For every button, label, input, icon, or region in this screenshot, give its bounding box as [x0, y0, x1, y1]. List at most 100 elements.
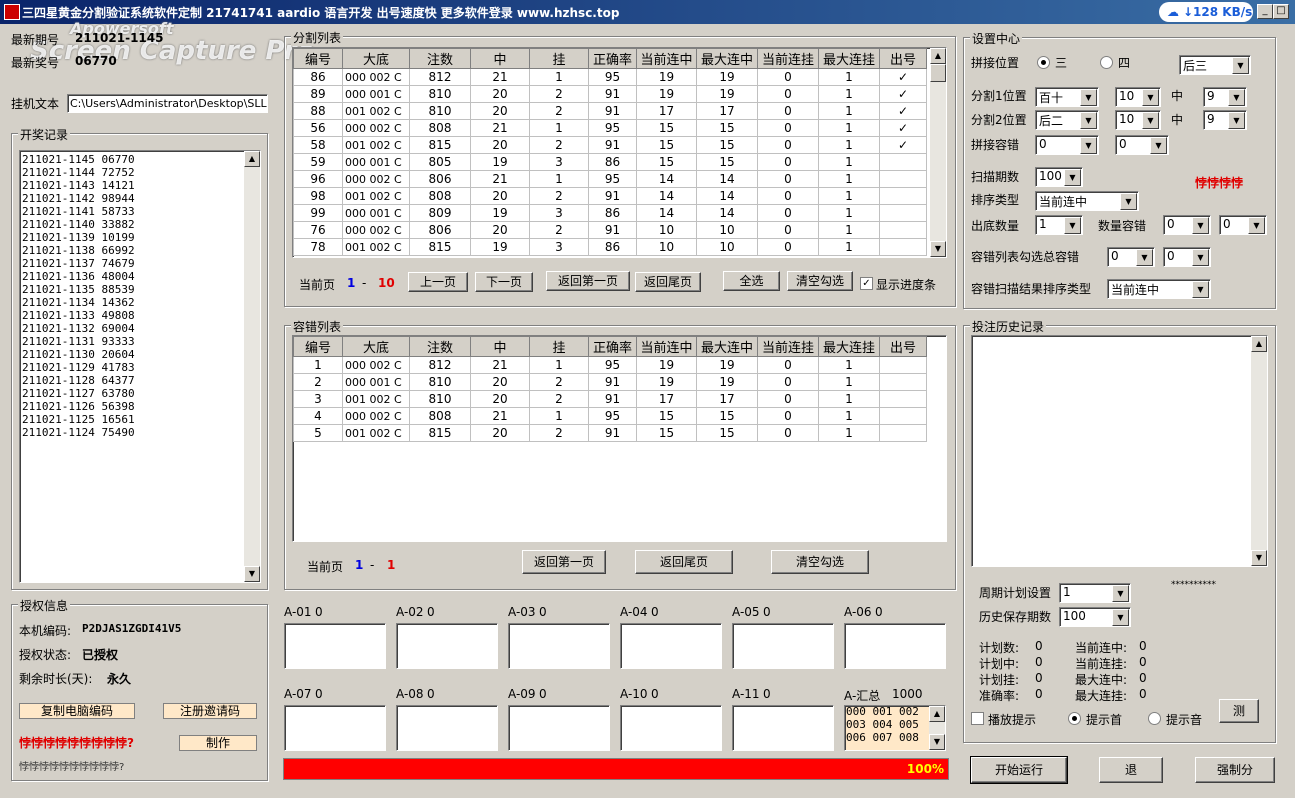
table-row[interactable]: 76 000 002 C 806 20 2 91 10 10 0 1 — [293, 221, 927, 239]
a-box-area[interactable] — [620, 705, 722, 751]
mount-path-input[interactable]: C:\Users\Administrator\Desktop\SLLFFC — [67, 94, 268, 113]
save-periods-combo[interactable]: 100 ▼ — [1059, 607, 1131, 627]
column-header[interactable]: 最大连中 — [696, 48, 758, 69]
column-header[interactable]: 当前连挂 — [757, 336, 819, 357]
a-box-area[interactable] — [508, 623, 610, 669]
a-box-area[interactable] — [284, 623, 386, 669]
select-all-button[interactable]: 全选 — [723, 271, 780, 291]
column-header[interactable]: 正确率 — [588, 48, 637, 69]
draw-record-item[interactable]: 211021-1124 75490 — [22, 426, 135, 439]
column-header[interactable]: 出号 — [879, 48, 927, 69]
cycle-combo[interactable]: 1 ▼ — [1059, 583, 1131, 603]
column-header[interactable]: 大底 — [342, 48, 410, 69]
table-row[interactable]: 1 000 002 C 812 21 1 95 19 19 0 1 — [293, 356, 927, 374]
split-list-scrollbar[interactable]: ▲ ▼ — [930, 48, 946, 257]
scroll-down-icon[interactable]: ▼ — [1251, 550, 1267, 566]
a-box-area[interactable] — [284, 705, 386, 751]
column-header[interactable]: 当前连中 — [636, 336, 697, 357]
draw-record-item[interactable]: 211021-1136 48004 — [22, 270, 135, 283]
scroll-down-icon[interactable]: ▼ — [929, 734, 945, 750]
table-row[interactable]: 96 000 002 C 806 21 1 95 14 14 0 1 — [293, 170, 927, 188]
draw-record-item[interactable]: 211021-1141 58733 — [22, 205, 135, 218]
table-row[interactable]: 98 001 002 C 808 20 2 91 14 14 0 1 — [293, 187, 927, 205]
column-header[interactable]: 大底 — [342, 336, 410, 357]
start-run-button[interactable]: 开始运行 — [970, 756, 1068, 784]
summary-scrollbar[interactable]: ▲ ▼ — [929, 706, 945, 750]
history-list[interactable]: ▲ ▼ — [971, 335, 1268, 567]
tol-total-combo-2[interactable]: 0 ▼ — [1163, 247, 1211, 267]
column-header[interactable]: 中 — [470, 48, 530, 69]
join-combo[interactable]: 后三 ▼ — [1179, 55, 1251, 75]
tolerance-list-grid[interactable]: 编号 大底 注数中挂正确率 当前连中 最大连中 当前连挂 最大连挂 出号 1 000 002 C8… — [292, 335, 947, 542]
a-box-area[interactable] — [620, 623, 722, 669]
table-row[interactable]: 5 001 002 C 815 20 2 91 15 15 0 1 — [293, 424, 927, 442]
qty-tol-combo-1[interactable]: 0 ▼ — [1163, 215, 1211, 235]
draw-record-item[interactable]: 211021-1128 64377 — [22, 374, 135, 387]
play-tip-checkbox[interactable] — [971, 712, 984, 725]
draw-record-item[interactable]: 211021-1145 06770 — [22, 153, 135, 166]
split2-num-combo[interactable]: 10 ▼ — [1115, 110, 1161, 130]
scroll-down-icon[interactable]: ▼ — [930, 241, 946, 257]
draw-record-item[interactable]: 211021-1142 98944 — [22, 192, 135, 205]
scroll-up-icon[interactable]: ▲ — [244, 151, 260, 167]
draw-record-item[interactable]: 211021-1131 93333 — [22, 335, 135, 348]
column-header[interactable]: 最大连中 — [696, 336, 758, 357]
draw-record-item[interactable]: 211021-1132 69004 — [22, 322, 135, 335]
prev-page-button[interactable]: 上一页 — [408, 272, 468, 292]
column-header[interactable]: 最大连挂 — [818, 48, 880, 69]
scroll-down-icon[interactable]: ▼ — [244, 566, 260, 582]
table-row[interactable]: 2 000 001 C 810 20 2 91 19 19 0 1 — [293, 373, 927, 391]
split-first-page-button[interactable]: 返回第一页 — [546, 271, 630, 291]
split2-combo[interactable]: 后二 ▼ — [1035, 110, 1099, 130]
table-row[interactable]: 4 000 002 C 808 21 1 95 15 15 0 1 — [293, 407, 927, 425]
tol-first-page-button[interactable]: 返回第一页 — [522, 550, 606, 574]
join-tol-combo-1[interactable]: 0 ▼ — [1035, 135, 1099, 155]
table-row[interactable]: 99 000 001 C 809 19 3 86 14 14 0 1 — [293, 204, 927, 222]
draw-record-item[interactable]: 211021-1129 41783 — [22, 361, 135, 374]
scroll-up-icon[interactable]: ▲ — [929, 706, 945, 722]
split2-num2-combo[interactable]: 9 ▼ — [1203, 110, 1247, 130]
tol-clear-button[interactable]: 清空勾选 — [771, 550, 869, 574]
a-box-area[interactable] — [732, 705, 834, 751]
column-header[interactable]: 当前连中 — [636, 48, 697, 69]
a-box-area[interactable] — [396, 705, 498, 751]
scroll-up-icon[interactable]: ▲ — [1251, 336, 1267, 352]
copy-machine-code-button[interactable]: 复制电脑编码 — [19, 703, 135, 719]
draw-records-list[interactable]: 211021-1145 06770 211021-1144 72752 211021… — [19, 150, 261, 583]
maximize-button[interactable]: □ — [1273, 4, 1289, 19]
join-four-radio[interactable] — [1100, 56, 1113, 69]
draw-record-item[interactable]: 211021-1133 49808 — [22, 309, 135, 322]
draw-record-item[interactable]: 211021-1144 72752 — [22, 166, 135, 179]
a-box-area[interactable] — [844, 623, 946, 669]
draw-record-item[interactable]: 211021-1127 63780 — [22, 387, 135, 400]
draw-record-item[interactable]: 211021-1138 66992 — [22, 244, 135, 257]
column-header[interactable]: 当前连挂 — [757, 48, 819, 69]
a-box-area[interactable] — [508, 705, 610, 751]
draw-record-item[interactable]: 211021-1137 74679 — [22, 257, 135, 270]
split-clear-button[interactable]: 清空勾选 — [787, 271, 853, 291]
qty-tol-combo-2[interactable]: 0 ▼ — [1219, 215, 1267, 235]
draw-record-item[interactable]: 211021-1139 10199 — [22, 231, 135, 244]
split1-num-combo[interactable]: 10 ▼ — [1115, 87, 1161, 107]
draw-records-scrollbar[interactable]: ▲ ▼ — [244, 151, 260, 582]
column-header[interactable]: 挂 — [529, 336, 589, 357]
register-code-button[interactable]: 注册邀请码 — [163, 703, 257, 719]
force-split-button[interactable]: 强制分 — [1195, 757, 1275, 783]
join-three-radio[interactable] — [1037, 56, 1050, 69]
split-last-page-button[interactable]: 返回尾页 — [635, 272, 701, 292]
sort-combo[interactable]: 当前连中 ▼ — [1035, 191, 1139, 211]
scroll-up-icon[interactable]: ▲ — [930, 48, 946, 64]
history-scrollbar[interactable]: ▲ ▼ — [1251, 336, 1267, 566]
scan-combo[interactable]: 100 ▼ — [1035, 167, 1083, 187]
column-header[interactable]: 挂 — [529, 48, 589, 69]
table-row[interactable]: 86 000 002 C 812 21 1 95 19 19 0 1 ✓ — [293, 68, 927, 86]
column-header[interactable]: 编号 — [293, 336, 343, 357]
tip-first-radio[interactable] — [1068, 712, 1081, 725]
column-header[interactable]: 注数 — [409, 48, 471, 69]
column-header[interactable]: 正确率 — [588, 336, 637, 357]
draw-record-item[interactable]: 211021-1130 20604 — [22, 348, 135, 361]
draw-record-item[interactable]: 211021-1134 14362 — [22, 296, 135, 309]
split1-combo[interactable]: 百十 ▼ — [1035, 87, 1099, 107]
table-row[interactable]: 89 000 001 C 810 20 2 91 19 19 0 1 ✓ — [293, 85, 927, 103]
a-box-area[interactable] — [396, 623, 498, 669]
